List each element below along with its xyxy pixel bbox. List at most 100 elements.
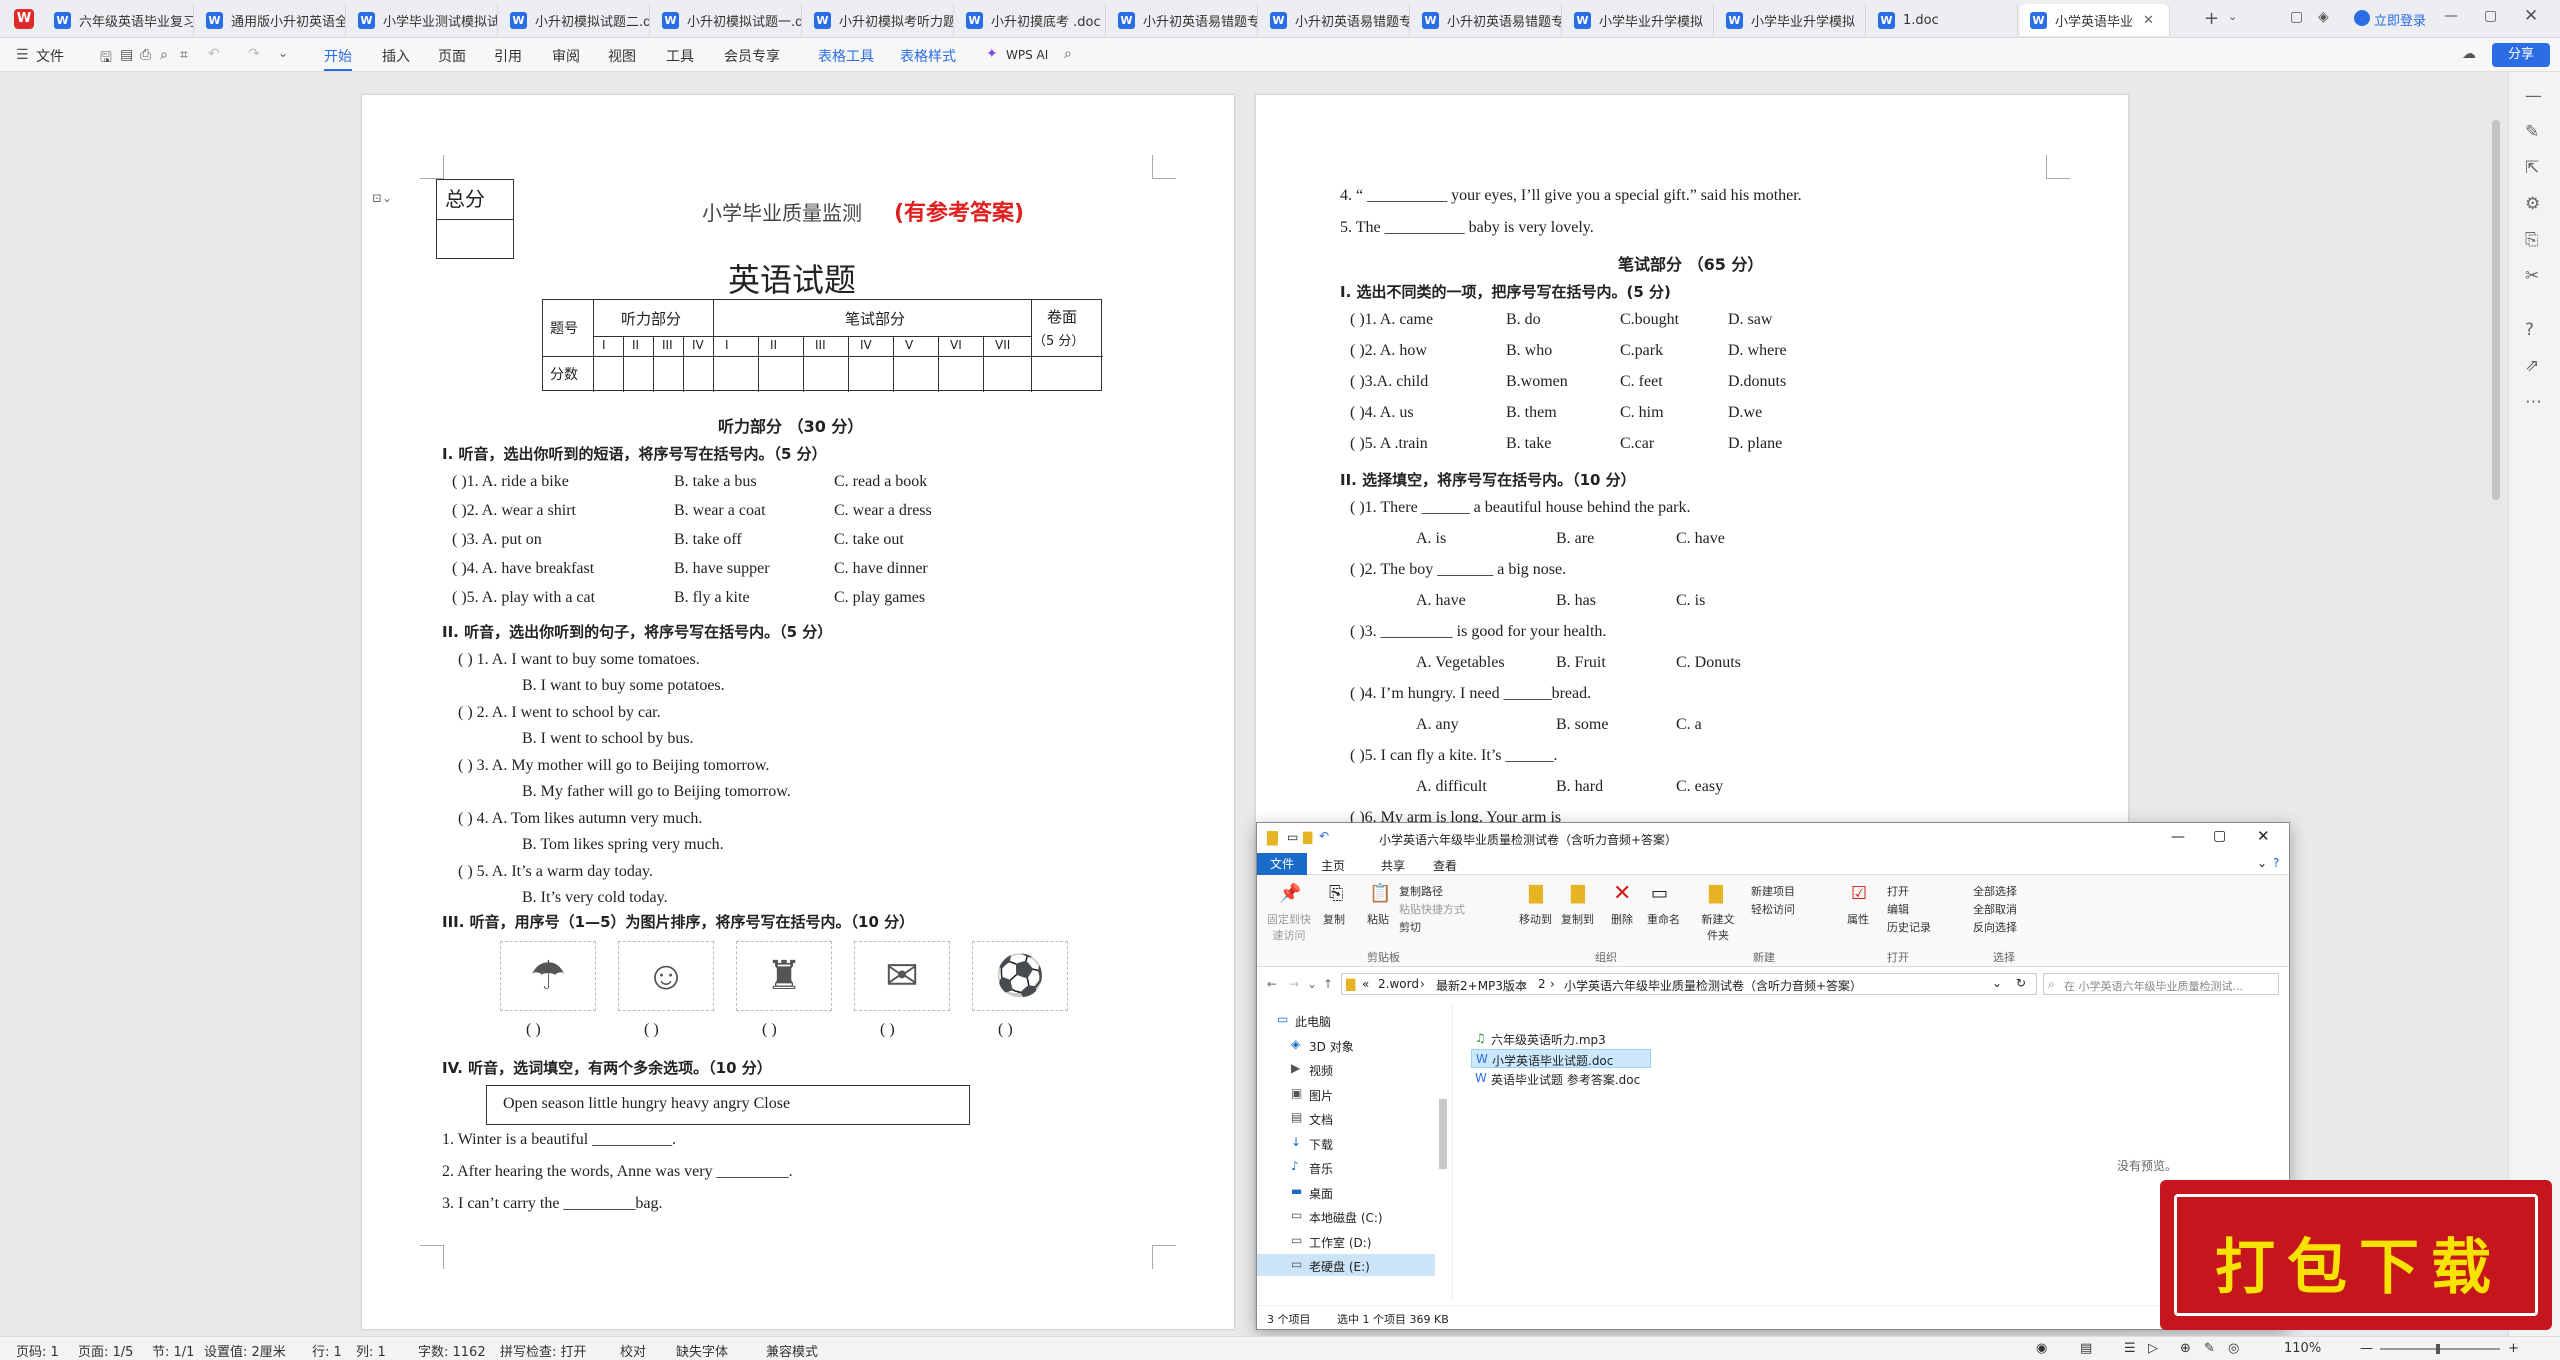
- up-icon[interactable]: ↑: [1323, 977, 1333, 991]
- menu-start[interactable]: 开始: [324, 46, 352, 71]
- doc-tab[interactable]: W 六年级英语毕业复习: [44, 4, 194, 36]
- rename-icon[interactable]: ▭: [1651, 883, 1668, 904]
- zoom-in-icon[interactable]: +: [2508, 1341, 2519, 1356]
- theme-icon[interactable]: ◈: [2318, 9, 2329, 25]
- zoom-out-icon[interactable]: —: [2360, 1341, 2373, 1356]
- select-all-button[interactable]: 全部选择: [1973, 883, 2017, 899]
- status-item[interactable]: 缺失字体: [676, 1341, 728, 1360]
- nav-item[interactable]: ◈ 3D 对象: [1257, 1034, 1435, 1056]
- window-layout-icon[interactable]: ▢: [2290, 9, 2303, 25]
- share-side-icon[interactable]: ⇗: [2525, 356, 2539, 376]
- explorer-expand-icon[interactable]: ⌄: [2257, 856, 2267, 870]
- doc-tab[interactable]: W 小升初模拟试题二.d: [500, 4, 650, 36]
- explorer-tab-view[interactable]: 查看: [1433, 857, 1457, 874]
- menu-insert[interactable]: 插入: [382, 46, 410, 66]
- download-banner[interactable]: 打包下载: [2160, 1180, 2552, 1330]
- path-segment-4[interactable]: 小学英语六年级毕业质量检测试卷（含听力音频+答案）: [1564, 977, 1862, 994]
- delete-button[interactable]: 删除: [1611, 911, 1633, 927]
- collapse-icon[interactable]: —: [2525, 86, 2542, 106]
- print-icon[interactable]: ⎙: [140, 47, 151, 63]
- doc-tab[interactable]: W 小升初英语易错题专: [1260, 4, 1410, 36]
- rename-button[interactable]: 重命名: [1647, 911, 1680, 927]
- select-none-button[interactable]: 全部取消: [1973, 901, 2017, 917]
- doc-tab[interactable]: W 小升初模拟考听力题: [804, 4, 954, 36]
- path-segment-3[interactable]: 2: [1538, 977, 1546, 991]
- file-item[interactable]: W 英语毕业试题 参考答案.doc: [1471, 1069, 1671, 1088]
- explorer-maximize-icon[interactable]: ▢: [2213, 828, 2226, 844]
- refresh-icon[interactable]: ↻: [2016, 976, 2026, 990]
- cloud-icon[interactable]: ☁: [2462, 46, 2476, 62]
- doc-tab[interactable]: W 通用版小升初英语全: [196, 4, 346, 36]
- quick-access-chevron-icon[interactable]: ⌄: [278, 46, 288, 60]
- properties-button[interactable]: 属性: [1847, 911, 1869, 927]
- doc-tab[interactable]: W 小学毕业升学模拟: [1716, 4, 1866, 36]
- score-table[interactable]: 题号 分数 听力部分 笔试部分 卷面 （5 分） I II III IV I II III I…: [542, 299, 1103, 392]
- paste-button[interactable]: 粘贴: [1367, 911, 1389, 927]
- copy-to-icon[interactable]: ▇: [1571, 883, 1585, 904]
- word-box[interactable]: Open season little hungry heavy angry Cl…: [486, 1085, 970, 1125]
- undo-icon[interactable]: ↶: [208, 46, 220, 62]
- view-mode-icon[interactable]: ◉: [2036, 1341, 2047, 1356]
- nav-item[interactable]: ▭ 老硬盘 (E:): [1257, 1254, 1435, 1276]
- edit-button[interactable]: 编辑: [1887, 901, 1909, 917]
- doc-tab[interactable]: W 小升初英语易错题专: [1108, 4, 1258, 36]
- translate-icon[interactable]: ⎘: [2525, 230, 2539, 250]
- properties-check-icon[interactable]: ☑: [1851, 883, 1867, 904]
- nav-item[interactable]: ▭ 本地磁盘 (C:): [1257, 1205, 1435, 1227]
- properties-icon[interactable]: ▭: [1287, 830, 1298, 844]
- move-to-button[interactable]: 移动到: [1519, 911, 1552, 927]
- nav-item[interactable]: ▤ 文档: [1257, 1107, 1435, 1129]
- paste-shortcut-button[interactable]: 粘贴快捷方式: [1399, 901, 1465, 917]
- status-item[interactable]: 兼容模式: [766, 1341, 818, 1360]
- file-explorer-window[interactable]: ▇ ▭ ▇ ↶ 小学英语六年级毕业质量检测试卷（含听力音频+答案） — ▢ ✕ …: [1256, 822, 2290, 1330]
- save-icon[interactable]: 🖫: [100, 47, 112, 71]
- redo-icon[interactable]: ↷: [248, 46, 260, 62]
- adjust-icon[interactable]: ⚙: [2525, 194, 2540, 214]
- doc-tab[interactable]: W 小升初模拟试题一.d: [652, 4, 802, 36]
- explorer-minimize-icon[interactable]: —: [2171, 829, 2185, 845]
- minimize-icon[interactable]: —: [2444, 8, 2458, 24]
- help-icon[interactable]: ?: [2525, 320, 2534, 340]
- delete-icon[interactable]: ✕: [1613, 881, 1631, 906]
- address-bar[interactable]: ▇ « 2.word › 最新2+MP3版本 › 2 › 小学英语六年级毕业质量…: [1341, 973, 2037, 995]
- copy-path-button[interactable]: 复制路径: [1399, 883, 1443, 899]
- search-icon[interactable]: ⌕: [1064, 46, 1072, 62]
- web-view-icon[interactable]: ⊕: [2180, 1341, 2191, 1356]
- edit-icon[interactable]: ✎: [2525, 122, 2539, 142]
- explorer-tab-home[interactable]: 主页: [1321, 857, 1345, 874]
- menu-member[interactable]: 会员专享: [724, 46, 780, 66]
- invert-selection-button[interactable]: 反向选择: [1973, 919, 2017, 935]
- pin-icon[interactable]: 📌: [1279, 883, 1301, 904]
- paste-icon[interactable]: 📋: [1369, 883, 1391, 904]
- format-painter-icon[interactable]: ⌗: [180, 47, 188, 63]
- nav-item[interactable]: ▣ 图片: [1257, 1083, 1435, 1105]
- forward-icon[interactable]: →: [1289, 977, 1299, 991]
- open-button[interactable]: 打开: [1887, 883, 1909, 899]
- easy-access-button[interactable]: 轻松访问: [1751, 901, 1795, 917]
- copy-icon[interactable]: ⎘: [1329, 883, 1343, 904]
- pin-quick-access-button[interactable]: 固定到快速访问: [1263, 911, 1315, 943]
- doc-tab[interactable]: W 小学英语毕业 ✕: [2020, 4, 2170, 36]
- back-icon[interactable]: ←: [1267, 977, 1277, 991]
- menu-review[interactable]: 审阅: [552, 46, 580, 66]
- nav-item[interactable]: ↓ 下载: [1257, 1132, 1435, 1154]
- file-item[interactable]: ♫ 六年级英语听力.mp3: [1471, 1029, 1671, 1048]
- doc-tab[interactable]: W 1.doc: [1868, 4, 2018, 36]
- explorer-tab-file[interactable]: 文件: [1257, 853, 1307, 875]
- login-link[interactable]: 立即登录: [2374, 10, 2426, 29]
- move-to-icon[interactable]: ▇: [1529, 883, 1543, 904]
- undo-icon[interactable]: ↶: [1319, 829, 1329, 843]
- doc-tab[interactable]: W 小升初摸底考 .doc: [956, 4, 1106, 36]
- new-item-button[interactable]: 新建项目: [1751, 883, 1795, 899]
- file-item[interactable]: W 小学英语毕业试题.doc: [1471, 1049, 1651, 1068]
- status-item[interactable]: 校对: [620, 1341, 646, 1360]
- menu-table-style[interactable]: 表格样式: [900, 46, 956, 66]
- file-menu[interactable]: 文件: [36, 46, 64, 66]
- print-preview-icon[interactable]: ⌕: [160, 47, 168, 63]
- new-folder-quick-icon[interactable]: ▇: [1303, 830, 1312, 844]
- doc-tab[interactable]: W 小学毕业升学模拟: [1564, 4, 1714, 36]
- path-segment-2[interactable]: 最新2+MP3版本: [1436, 977, 1527, 994]
- new-folder-icon[interactable]: ▇: [1709, 883, 1723, 904]
- doc-tab[interactable]: W 小升初英语易错题专: [1412, 4, 1562, 36]
- zoom-level[interactable]: 110%: [2284, 1341, 2321, 1356]
